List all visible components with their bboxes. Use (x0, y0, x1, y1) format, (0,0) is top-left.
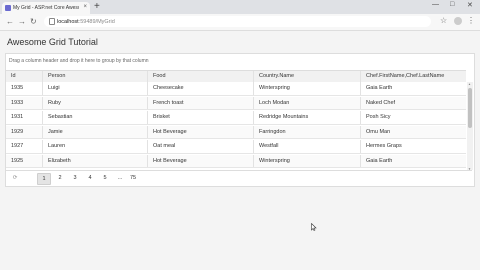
page-ellipsis: ... (117, 175, 123, 181)
url-host: localhost (57, 18, 79, 25)
favicon-icon (5, 5, 11, 11)
cell-country: Redridge Mountains (254, 111, 361, 124)
url-input[interactable]: localhost:59489/MyGrid (44, 16, 431, 27)
bookmark-star-icon[interactable]: ☆ (440, 16, 447, 25)
scroll-up-icon[interactable]: ▲ (468, 82, 472, 86)
cell-person: Jamie (43, 125, 148, 138)
back-icon[interactable]: ← (6, 17, 14, 26)
page-button[interactable]: 3 (70, 173, 80, 183)
cell-food: Hot Beverage (148, 154, 254, 167)
table-row[interactable]: 1933 Ruby French toast Loch Modan Naked Chef (6, 96, 466, 110)
cell-food: Hot Beverage (148, 125, 254, 138)
cell-person: Luigi (43, 82, 148, 95)
column-header-person[interactable]: Person (43, 71, 148, 82)
cell-country: Farringdon (254, 125, 361, 138)
cell-id: 1929 (6, 125, 43, 138)
tab-close-icon[interactable]: × (83, 4, 87, 10)
page-button[interactable]: 5 (100, 173, 110, 183)
mouse-cursor-icon (311, 223, 317, 231)
page-button[interactable]: 4 (85, 173, 95, 183)
cell-person: Sebastian (43, 111, 148, 124)
minimize-button[interactable]: — (432, 1, 439, 8)
cell-id: 1935 (6, 82, 43, 95)
table-row[interactable]: 1935 Luigi Cheesecake Winterspring Gaia Eart… (6, 82, 466, 96)
column-header-country[interactable]: Country.Name (254, 71, 361, 82)
cell-country: Winterspring (254, 82, 361, 95)
cell-food: Brisket (148, 111, 254, 124)
cell-chef: Naked Chef (366, 99, 396, 106)
profile-avatar[interactable] (454, 17, 462, 25)
column-header-food[interactable]: Food (148, 71, 254, 82)
cell-person: Lauren (43, 140, 148, 153)
refresh-icon[interactable]: ⟳ (10, 173, 20, 183)
cell-chef: Gaia Earth (366, 157, 393, 164)
cell-food: French toast (148, 96, 254, 109)
column-header-id[interactable]: Id (6, 71, 43, 82)
cell-country: Loch Modan (254, 96, 361, 109)
cell-id: 1933 (6, 96, 43, 109)
cell-person: Elizabeth (43, 154, 148, 167)
table-row[interactable]: 1925 Elizabeth Hot Beverage Winterspring Gai… (6, 154, 466, 168)
cell-country: Westfall (254, 140, 361, 153)
cell-country: Winterspring (254, 154, 361, 167)
cell-person: Ruby (43, 96, 148, 109)
page-button[interactable]: 2 (55, 173, 65, 183)
forward-icon[interactable]: → (18, 17, 26, 26)
cell-chef: Posh Sicy (366, 114, 391, 120)
cell-chef: Hermes Graps (366, 143, 402, 149)
cell-food: Cheesecake (148, 82, 254, 95)
column-header-chef[interactable]: Chef.FirstName,Chef.LastName (361, 71, 466, 82)
scrollbar-thumb[interactable] (468, 88, 472, 128)
cell-chef: Gaia Earth (366, 85, 393, 91)
cell-chef: Omu Man (366, 128, 391, 135)
address-bar-row: ← → ↻ localhost:59489/MyGrid ☆ ⋮ (0, 14, 480, 31)
vertical-scrollbar[interactable]: ▲ ▼ (467, 82, 473, 171)
browser-menu-icon[interactable]: ⋮ (467, 16, 475, 25)
data-grid: Drag a column header and drop it here to… (5, 53, 475, 187)
tab-title: My Grid - ASP.net Core Awesom... (13, 5, 79, 11)
table-row[interactable]: 1931 Sebastian Brisket Redridge Mountains Po… (6, 111, 466, 125)
cell-id: 1931 (6, 111, 43, 124)
page-button[interactable]: 75 (128, 173, 138, 183)
cell-id: 1927 (6, 140, 43, 153)
table-row[interactable]: 1929 Jamie Hot Beverage Farringdon Omu Man (6, 125, 466, 139)
browser-tab[interactable]: My Grid - ASP.net Core Awesom... × (2, 2, 90, 14)
close-window-button[interactable]: ✕ (467, 1, 473, 9)
page-button[interactable]: 1 (37, 173, 51, 185)
group-drop-zone[interactable]: Drag a column header and drop it here to… (9, 58, 149, 64)
grid-pager: ⟳ 1 2 3 4 5... 75 (6, 170, 472, 185)
page-title: Awesome Grid Tutorial (7, 37, 98, 47)
cell-food: Oat meal (148, 140, 254, 153)
cell-id: 1925 (6, 154, 43, 167)
url-path: :59489/MyGrid (78, 18, 115, 25)
reload-icon[interactable]: ↻ (30, 17, 37, 26)
new-tab-button[interactable]: + (94, 1, 100, 12)
table-row[interactable]: 1927 Lauren Oat meal Westfall Hermes Graps (6, 140, 466, 154)
page-info-icon[interactable] (49, 18, 55, 25)
browser-tab-strip: My Grid - ASP.net Core Awesom... × + — □… (0, 0, 480, 14)
maximize-button[interactable]: □ (450, 1, 454, 8)
